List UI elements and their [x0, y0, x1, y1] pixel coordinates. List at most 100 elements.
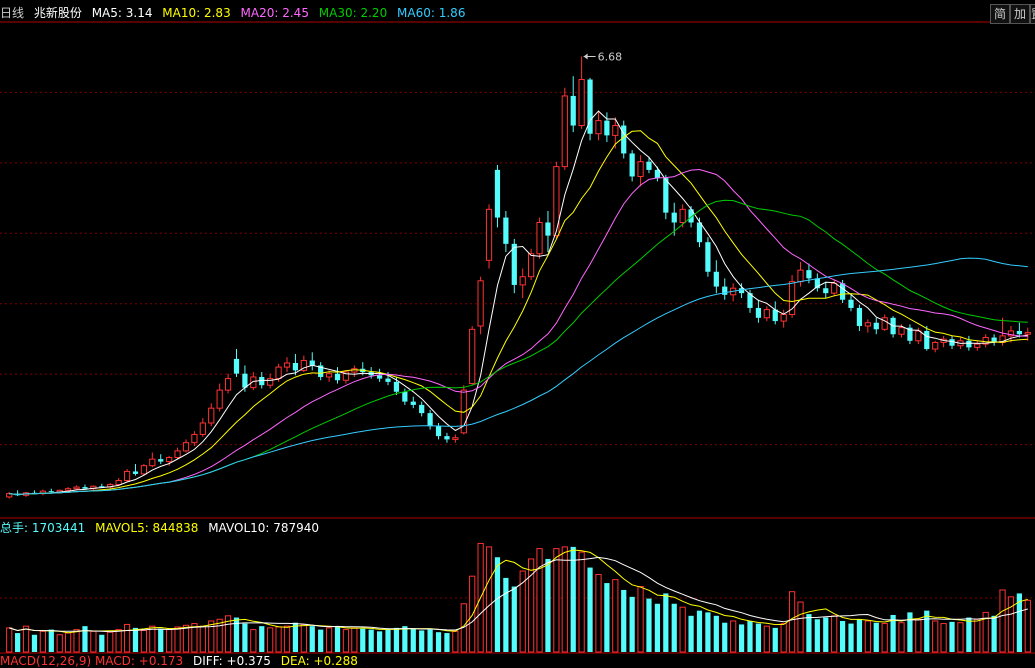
volume-bar [65, 632, 72, 653]
candle-body [519, 276, 526, 286]
candle-body [267, 378, 274, 386]
volume-bar [747, 620, 753, 652]
candle-body [65, 488, 72, 491]
volume-bar [351, 627, 358, 653]
ma20-label: MA20: 2.45 [240, 6, 309, 20]
settings-button[interactable]: 置 [1030, 4, 1035, 24]
volume-bar [999, 589, 1006, 653]
volume-bar [966, 617, 972, 652]
volume-bar [545, 558, 551, 652]
volume-bar [663, 593, 669, 652]
candle-body [494, 169, 501, 218]
volume-bar [536, 548, 543, 653]
volume-bar [283, 625, 291, 653]
candle-body [612, 125, 619, 136]
volume-bar [132, 627, 139, 652]
volume-bar [292, 622, 299, 652]
volume-bar [216, 618, 223, 653]
volume-ma-line [9, 556, 1028, 633]
volume-bar [140, 629, 148, 653]
volume-bar [233, 617, 240, 652]
volume-bar [848, 623, 854, 652]
ma60-label: MA60: 1.86 [397, 6, 466, 20]
candle-body [856, 307, 863, 327]
candle-body [283, 362, 291, 368]
candle-body [528, 253, 535, 278]
candle-body [511, 243, 517, 285]
candle-body [848, 299, 854, 308]
candle-body [646, 161, 652, 170]
stock-name: 兆新股份 [33, 6, 82, 20]
candle-body [419, 404, 425, 414]
volume-bar [595, 573, 602, 653]
candle-body [696, 222, 703, 243]
ma-line [9, 168, 1028, 496]
volume-bar [654, 603, 661, 652]
candle-body [629, 153, 635, 177]
volume-bar [671, 603, 677, 652]
ma30-label: MA30: 2.20 [318, 6, 388, 20]
volume-bar [242, 623, 248, 652]
volume-bar [309, 626, 315, 652]
volume-bar [907, 612, 913, 652]
candle-body [477, 280, 484, 327]
mavol10-label: MAVOL10: 787940 [208, 521, 320, 535]
volume-bar [823, 617, 829, 652]
volume-bar [1024, 599, 1031, 653]
max-price-label: 6.68 [598, 51, 623, 64]
volume-bar [82, 626, 88, 652]
volume-bar [839, 620, 846, 652]
candle-body [233, 358, 240, 374]
simple-button[interactable]: 简 [990, 4, 1010, 24]
ma-line [9, 130, 1028, 496]
volume-bar [342, 629, 350, 653]
candle-body [873, 322, 879, 330]
kline-chart: 6.68 [0, 21, 1035, 654]
candle-body [385, 378, 391, 382]
ma5-label: MA5: 3.14 [91, 6, 153, 20]
volume-bar [940, 623, 947, 653]
candle-body [545, 222, 551, 236]
volume-bar [402, 626, 408, 652]
volume-bar [637, 586, 644, 653]
volume-bar [15, 633, 21, 652]
candle-body [292, 362, 299, 371]
volume-bar [621, 589, 627, 652]
volume-bar [199, 625, 206, 653]
candle-body [806, 270, 812, 279]
volume-bar [360, 628, 366, 652]
candle-body [671, 212, 677, 223]
candle-body [224, 378, 232, 391]
candle-body [166, 456, 173, 463]
candle-body [123, 470, 131, 481]
volume-bar [376, 631, 383, 652]
candle-body [469, 328, 476, 385]
volume-bar [587, 567, 593, 652]
volume-bar [334, 626, 341, 652]
volume-bar [806, 614, 812, 652]
volume-bar [974, 618, 981, 653]
volume-bar [410, 628, 416, 652]
candle-body [275, 366, 282, 380]
volume-bar [90, 630, 97, 653]
candle-body [132, 471, 139, 474]
period-label[interactable]: 日线 [0, 6, 24, 20]
candle-body [797, 269, 804, 283]
volume-bar [485, 546, 493, 653]
volume-bar [553, 548, 560, 653]
candle-body [604, 120, 610, 136]
candle-body [174, 450, 181, 458]
volume-bar [957, 622, 964, 653]
volume-bar [915, 618, 922, 653]
candle-body [713, 271, 719, 287]
candle-body [966, 340, 972, 348]
volume-bar [713, 615, 719, 652]
add-button[interactable]: 加 [1010, 4, 1030, 24]
ma10-label: MA10: 2.83 [162, 6, 231, 20]
volume-bar [772, 627, 778, 652]
volume-bar [873, 622, 879, 652]
volume-bar [174, 626, 181, 653]
candle-body [831, 282, 838, 294]
candle-body [763, 309, 770, 319]
candle-body [158, 459, 164, 462]
